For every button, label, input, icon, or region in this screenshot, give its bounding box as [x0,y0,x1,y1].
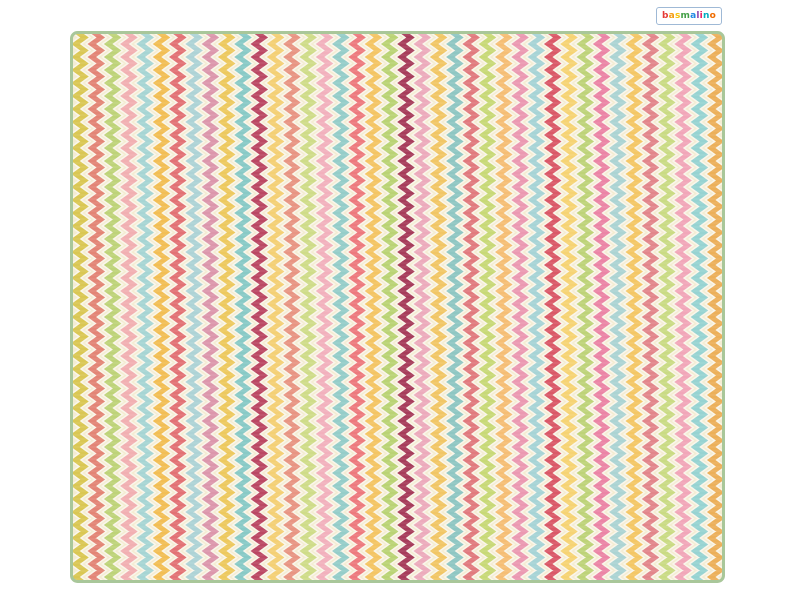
zigzag-stripes [73,34,722,580]
brand-logo-text: basmalino [662,10,716,21]
brand-logo-letter: o [709,10,716,21]
zigzag-rug-image [70,31,725,583]
brand-logo-letter: n [702,10,710,21]
brand-logo-letter: b [662,10,669,21]
brand-logo-letter: m [680,10,691,21]
brand-logo: basmalino [656,7,722,25]
product-image-stage: basmalino [0,0,800,600]
